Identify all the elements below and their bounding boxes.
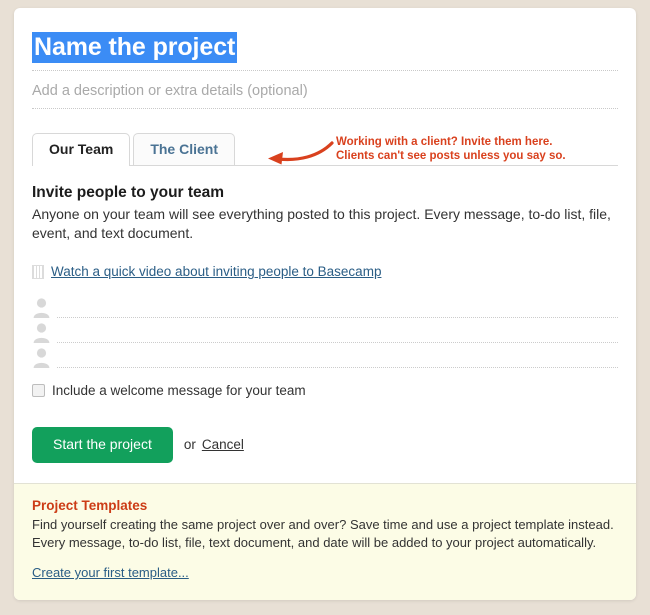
invite-person-input[interactable] (57, 325, 618, 344)
video-link-row[interactable]: Watch a quick video about inviting peopl… (32, 264, 618, 279)
welcome-message-row[interactable]: Include a welcome message for your team (32, 383, 618, 398)
cancel-link[interactable]: Cancel (202, 437, 244, 452)
form-actions: Start the project or Cancel (32, 427, 618, 463)
project-templates-paragraph: Find yourself creating the same project … (32, 516, 614, 550)
tab-the-client-label: The Client (150, 141, 218, 158)
invite-paragraph: Anyone on your team will see everything … (32, 206, 611, 242)
person-avatar-icon (33, 348, 50, 369)
project-templates-footer: Project Templates Find yourself creating… (14, 482, 636, 600)
welcome-message-label: Include a welcome message for your team (52, 383, 306, 399)
project-templates-heading: Project Templates (32, 497, 148, 513)
invite-person-input[interactable] (57, 300, 618, 319)
welcome-message-checkbox[interactable] (32, 384, 45, 398)
annotation-line-1: Working with a client? Invite them here. (336, 135, 553, 148)
project-description-field[interactable]: Add a description or extra details (opti… (32, 79, 618, 110)
project-description-placeholder[interactable]: Add a description or extra details (opti… (32, 83, 308, 99)
invite-person-input[interactable] (57, 350, 618, 369)
invite-person-row[interactable] (32, 343, 618, 369)
tab-the-client[interactable]: The Client (133, 133, 235, 166)
project-name-field[interactable]: Name the project (32, 32, 618, 71)
person-avatar-icon (33, 323, 50, 344)
invite-person-row[interactable] (32, 293, 618, 319)
client-tab-annotation: Working with a client? Invite them here.… (264, 125, 566, 167)
invite-heading: Invite people to your team (32, 184, 225, 202)
tab-strip: Our Team The Client Working with a clien… (32, 131, 618, 167)
card-body: Name the project Add a description or ex… (14, 8, 636, 463)
annotation-text: Working with a client? Invite them here.… (336, 135, 566, 164)
start-project-button[interactable]: Start the project (32, 427, 173, 463)
person-avatar-icon (33, 298, 50, 319)
project-name-input-value[interactable]: Name the project (32, 32, 238, 63)
invite-person-row[interactable] (32, 318, 618, 344)
tab-our-team[interactable]: Our Team (32, 133, 131, 167)
curved-left-arrow-icon (268, 141, 334, 165)
or-text: or (183, 437, 196, 453)
create-template-link[interactable]: Create your first template... (32, 565, 189, 580)
video-link[interactable]: Watch a quick video about inviting peopl… (51, 264, 381, 279)
tab-our-team-label: Our Team (49, 141, 114, 158)
annotation-line-2: Clients can't see posts unless you say s… (336, 150, 566, 163)
film-strip-icon (32, 264, 44, 279)
new-project-card: Name the project Add a description or ex… (14, 8, 636, 600)
